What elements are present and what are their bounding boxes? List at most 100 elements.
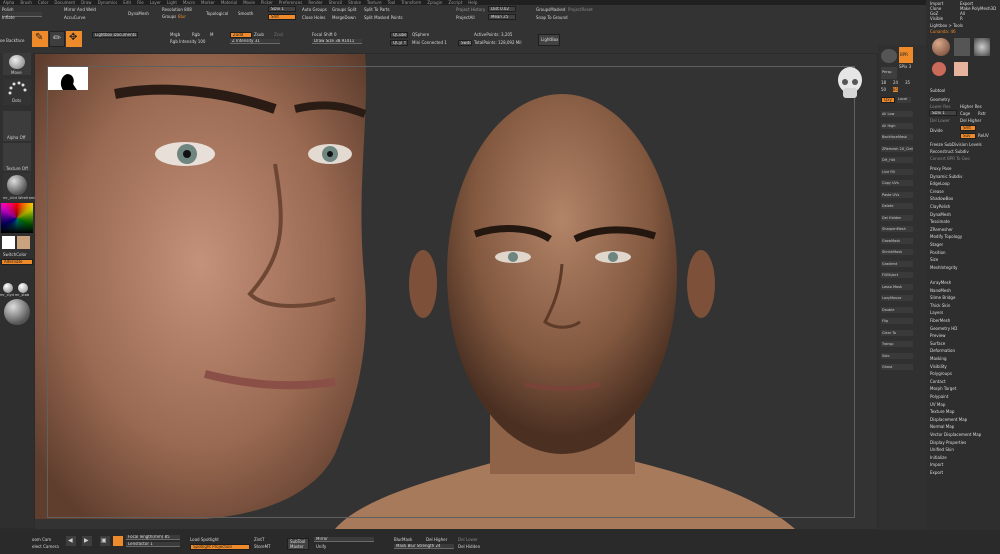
geometry-shadowbox[interactable]: ShadowBox bbox=[930, 196, 953, 201]
shelf-delete[interactable]: Delete bbox=[881, 203, 913, 209]
zintf-button[interactable]: ZintT bbox=[254, 537, 264, 542]
panel-polygroups[interactable]: Polygroups bbox=[930, 371, 952, 376]
panel-geometry-hd[interactable]: Geometry HD bbox=[930, 326, 957, 331]
del-higher-button[interactable]: Del Higher bbox=[960, 118, 981, 123]
shelf-clear-to[interactable]: Clear To bbox=[881, 329, 913, 336]
mirror-weld-button[interactable]: Mirror And Weld bbox=[64, 7, 96, 12]
close-holes-button[interactable]: Close Holes bbox=[302, 15, 325, 20]
shelf-transp[interactable]: Transp bbox=[881, 341, 913, 347]
shelf-lasso-mask[interactable]: Lasso Mask bbox=[881, 283, 913, 290]
shelf-dh-hid[interactable]: DH_Hid bbox=[881, 157, 913, 163]
panel-surface[interactable]: Surface bbox=[930, 341, 945, 346]
panel-morph-target[interactable]: Morph Target bbox=[930, 386, 956, 391]
select-camera-button[interactable]: elect Camera bbox=[32, 544, 59, 549]
load-spotlight-button[interactable]: Load Spotlight bbox=[190, 537, 219, 542]
sdiv-slider[interactable]: SDiv 1 bbox=[268, 6, 296, 12]
groups-button[interactable]: Groups bbox=[162, 14, 176, 19]
convert-bpr-button[interactable]: Convert BPR To Geo bbox=[930, 156, 970, 161]
switch-button[interactable]: Switch bbox=[458, 40, 472, 46]
shelf-solo[interactable]: Solo bbox=[881, 352, 913, 359]
panel-import[interactable]: Import bbox=[930, 462, 943, 467]
qxy-button[interactable]: Qxy bbox=[881, 97, 895, 103]
persp-button[interactable]: Persp bbox=[881, 67, 897, 79]
rgb-button[interactable]: Rgb bbox=[192, 32, 200, 37]
shelf-growmask[interactable]: GrowMask bbox=[881, 237, 913, 244]
shelf-backfacemask[interactable]: BackfaceMask bbox=[881, 134, 913, 140]
shelf-line-fill[interactable]: Line Fill bbox=[881, 168, 913, 175]
merge-down-button[interactable]: MergeDown bbox=[332, 15, 356, 20]
del-lower-button[interactable]: Del Lower bbox=[930, 118, 950, 123]
angle-50-button[interactable]: 50 bbox=[881, 87, 886, 92]
subtool-section[interactable]: Subtool bbox=[930, 88, 945, 93]
smooth-button[interactable]: Smooth bbox=[238, 11, 253, 16]
color-picker[interactable] bbox=[1, 203, 33, 233]
panel-masking[interactable]: Masking bbox=[930, 356, 947, 361]
panel-unified-skin[interactable]: Unified Skin bbox=[930, 447, 954, 452]
zsub-button[interactable]: Zsub bbox=[254, 32, 264, 37]
tool-thumb-5[interactable] bbox=[954, 62, 968, 76]
subtool-master-button[interactable]: SubTool Master bbox=[287, 538, 309, 550]
geometry-claypolish[interactable]: ClayPolish bbox=[930, 204, 950, 209]
tool-thumb-1[interactable] bbox=[932, 38, 950, 56]
shelf-copy-uvs[interactable]: Copy UVs bbox=[881, 180, 913, 186]
geometry-tessimate[interactable]: Tessimate bbox=[930, 219, 950, 224]
shelf-all-high[interactable]: All High bbox=[881, 122, 913, 129]
shelf-del-hidden[interactable]: Del Hidden bbox=[881, 214, 913, 221]
geometry-meshintegrity[interactable]: MeshIntegrity bbox=[930, 265, 958, 270]
sdiv-slider[interactable]: SDiv 1 bbox=[929, 110, 957, 116]
angle-85-button[interactable]: 85 bbox=[893, 87, 899, 92]
suv-toggle[interactable]: Suv bbox=[960, 133, 976, 139]
main-color-swatch[interactable] bbox=[2, 236, 15, 249]
draw-button[interactable]: ✏ bbox=[49, 31, 65, 47]
tool-thumb-2[interactable] bbox=[954, 38, 970, 56]
shelf-gradient[interactable]: Gradient bbox=[881, 260, 913, 267]
accucurve-button[interactable]: AccuCurve bbox=[64, 15, 85, 20]
dynamesh-button[interactable]: DynaMesh bbox=[128, 11, 149, 16]
angle-35-button[interactable]: 35 bbox=[905, 80, 910, 85]
next-camera-button[interactable]: ▶ bbox=[82, 536, 92, 546]
cage-button[interactable]: Cage bbox=[960, 111, 970, 116]
panel-arraymesh[interactable]: ArrayMesh bbox=[930, 280, 951, 285]
del-higher-button[interactable]: Del Higher bbox=[426, 537, 447, 542]
camera-store-button[interactable] bbox=[113, 536, 123, 546]
shelf-paste-uvs[interactable]: Paste UVs bbox=[881, 191, 913, 198]
shelf-shrinkmask[interactable]: ShrinkMask bbox=[881, 249, 913, 255]
geometry-dynamic-subdiv[interactable]: Dynamic Subdiv bbox=[930, 174, 963, 179]
panel-slime-bridge[interactable]: Slime Bridge bbox=[930, 295, 955, 300]
current-tool-slider[interactable]: Cunanda: 46 bbox=[930, 29, 956, 34]
stroke-dots-button[interactable]: Dots bbox=[3, 79, 31, 105]
rstr-button[interactable]: Rstr bbox=[978, 111, 986, 116]
dist-slider[interactable]: Dist 0.02 bbox=[488, 6, 516, 12]
blur-slider[interactable]: Blur bbox=[178, 14, 186, 19]
lightbox-button[interactable]: LightBox bbox=[538, 34, 560, 46]
panel-fibermesh[interactable]: FiberMesh bbox=[930, 318, 950, 323]
freeze-subdiv-button[interactable]: Freeze SubDivision Levels bbox=[930, 142, 982, 147]
snap-to-ground-button[interactable]: Snap To Ground bbox=[536, 15, 568, 20]
project-all-button[interactable]: ProjectAll bbox=[456, 15, 475, 20]
geometry-section[interactable]: Geometry bbox=[930, 97, 950, 102]
panel-deformation[interactable]: Deformation bbox=[930, 348, 955, 353]
shelf-sharpenmesh[interactable]: SharpenMesh bbox=[881, 226, 913, 232]
geometry-dynamesh[interactable]: DynaMesh bbox=[930, 212, 951, 217]
prev-camera-button[interactable]: ◀ bbox=[66, 536, 76, 546]
draw-size-slider[interactable]: Draw Size 38.91411 bbox=[312, 39, 362, 44]
smt-toggle[interactable]: Smt bbox=[960, 125, 976, 131]
higher-res-button[interactable]: Higher Res bbox=[960, 104, 982, 109]
edit-mode-button[interactable]: ✎ bbox=[32, 31, 48, 47]
angle-18-button[interactable]: 18 bbox=[881, 80, 886, 85]
panel-contact[interactable]: Contact bbox=[930, 379, 946, 384]
move-button[interactable]: ✥ bbox=[66, 31, 82, 47]
topological-button[interactable]: Topological bbox=[206, 11, 228, 16]
reuv-toggle[interactable]: ReUV bbox=[978, 133, 989, 138]
focal-shift-slider[interactable]: Focal Shift 0 bbox=[312, 32, 337, 37]
mean-slider[interactable]: Mean 25 bbox=[488, 14, 516, 20]
tool-visible-button[interactable]: Visible bbox=[930, 16, 943, 21]
mirror-button[interactable]: Mirror bbox=[314, 537, 374, 542]
lightbox-tools-button[interactable]: Lightbox > Tools bbox=[930, 23, 963, 28]
inflate-label[interactable]: Inflate bbox=[2, 15, 15, 20]
geometry-modify-topology[interactable]: Modify Topology bbox=[930, 234, 962, 239]
secondary-color-swatch[interactable] bbox=[17, 236, 30, 249]
geometry-stager[interactable]: Stager bbox=[930, 242, 943, 247]
panel-nanomesh[interactable]: NanoMesh bbox=[930, 288, 951, 293]
panel-polypaint[interactable]: Polypaint bbox=[930, 394, 948, 399]
